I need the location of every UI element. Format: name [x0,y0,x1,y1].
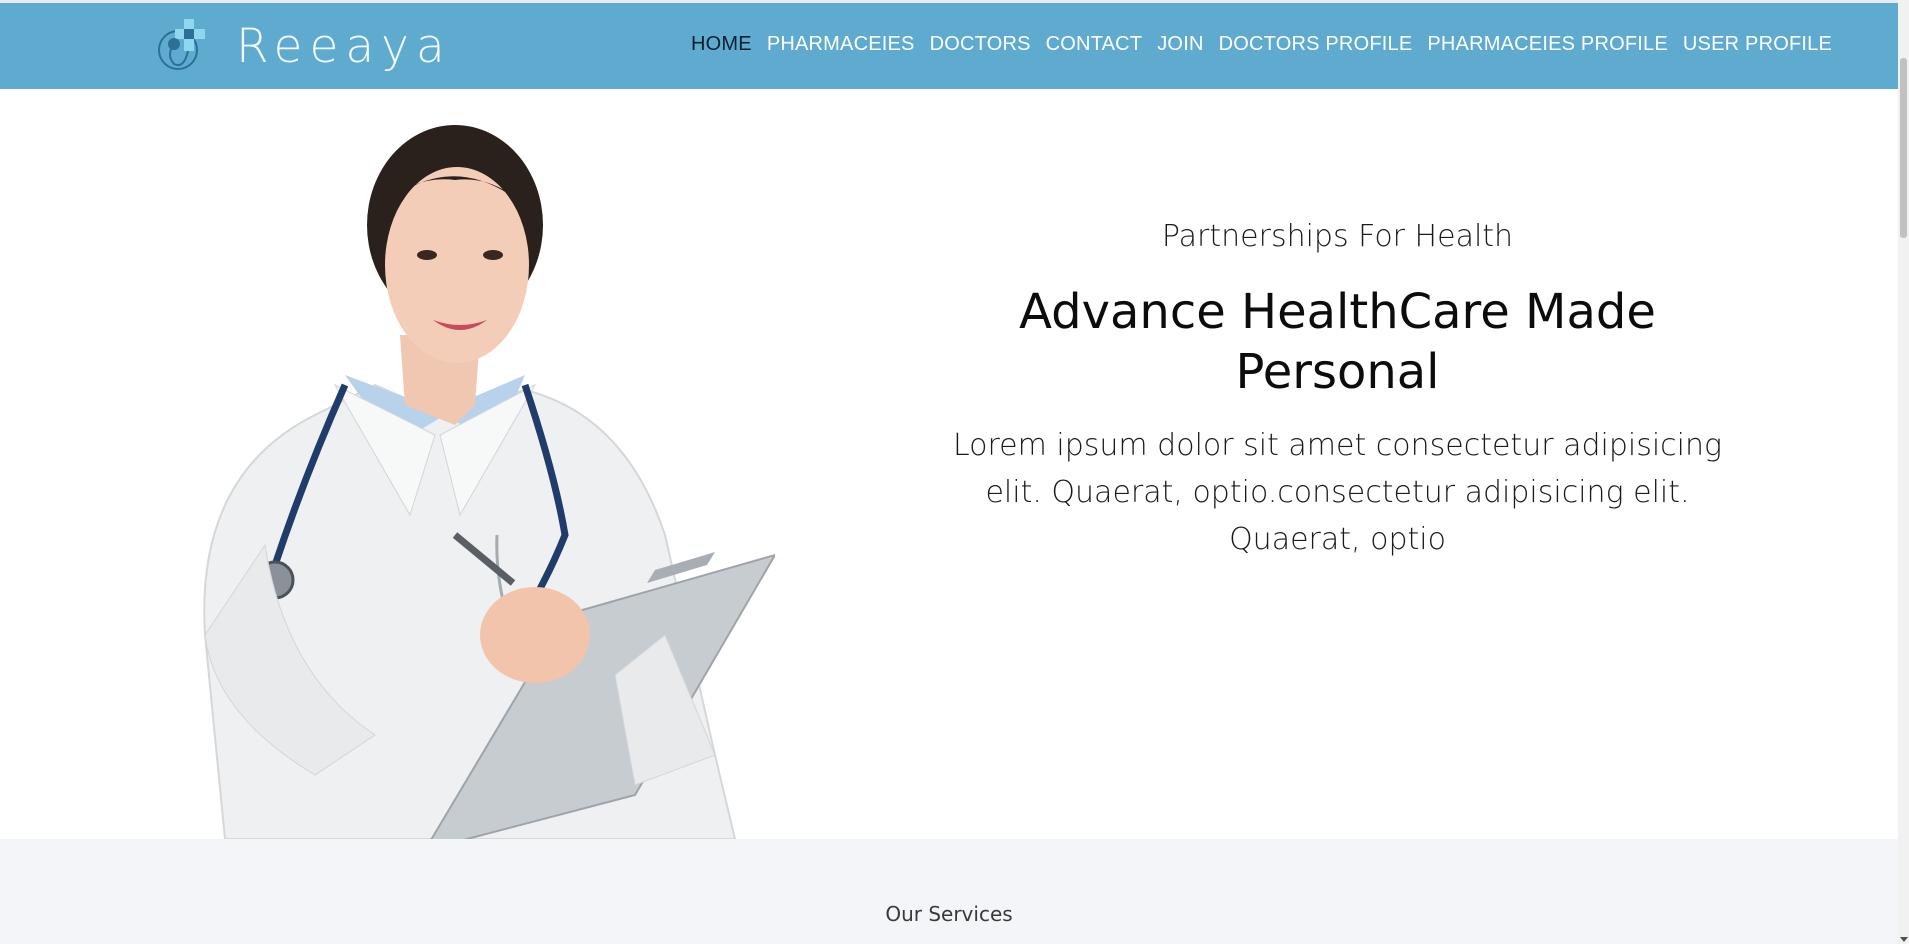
nav-item-doctors-profile[interactable]: DOCTORS PROFILE [1219,33,1413,56]
nav-item-doctors[interactable]: DOCTORS [930,33,1031,56]
doctor-with-clipboard-photo [203,125,775,839]
nav-item-pharmaceies-profile[interactable]: PHARMACEIES PROFILE [1427,33,1668,56]
scrollbar-thumb[interactable] [1900,58,1907,238]
brand-name: Reeaya [236,18,452,74]
nav-item-user-profile[interactable]: USER PROFILE [1683,33,1832,56]
services-title: Our Services [885,902,1013,926]
nav-item-contact[interactable]: CONTACT [1046,33,1143,56]
nav-item-join[interactable]: JOIN [1157,33,1203,56]
page-scrollbar[interactable] [1898,0,1909,944]
hero-copy: Partnerships For Health Advance HealthCa… [940,219,1735,563]
brand[interactable]: Reeaya [154,15,452,77]
navbar: Reeaya HOME PHARMACEIES DOCTORS CONTACT … [0,3,1898,89]
hero-eyebrow: Partnerships For Health [1161,219,1514,254]
nav-item-pharmaceies[interactable]: PHARMACEIES [767,33,915,56]
main-nav: HOME PHARMACEIES DOCTORS CONTACT JOIN DO… [691,33,1832,56]
nav-item-home[interactable]: HOME [691,33,752,56]
hero-lead: Lorem ipsum dolor sit amet consectetur a… [952,428,1723,557]
hero-headline: Advance HealthCare Made Personal [1019,284,1656,400]
hero-section: Partnerships For Health Advance HealthCa… [0,89,1898,839]
medical-cross-stethoscope-logo-icon [158,19,205,70]
services-section: Our Services [0,839,1898,944]
scroll-down-arrow-icon[interactable] [1900,937,1908,942]
